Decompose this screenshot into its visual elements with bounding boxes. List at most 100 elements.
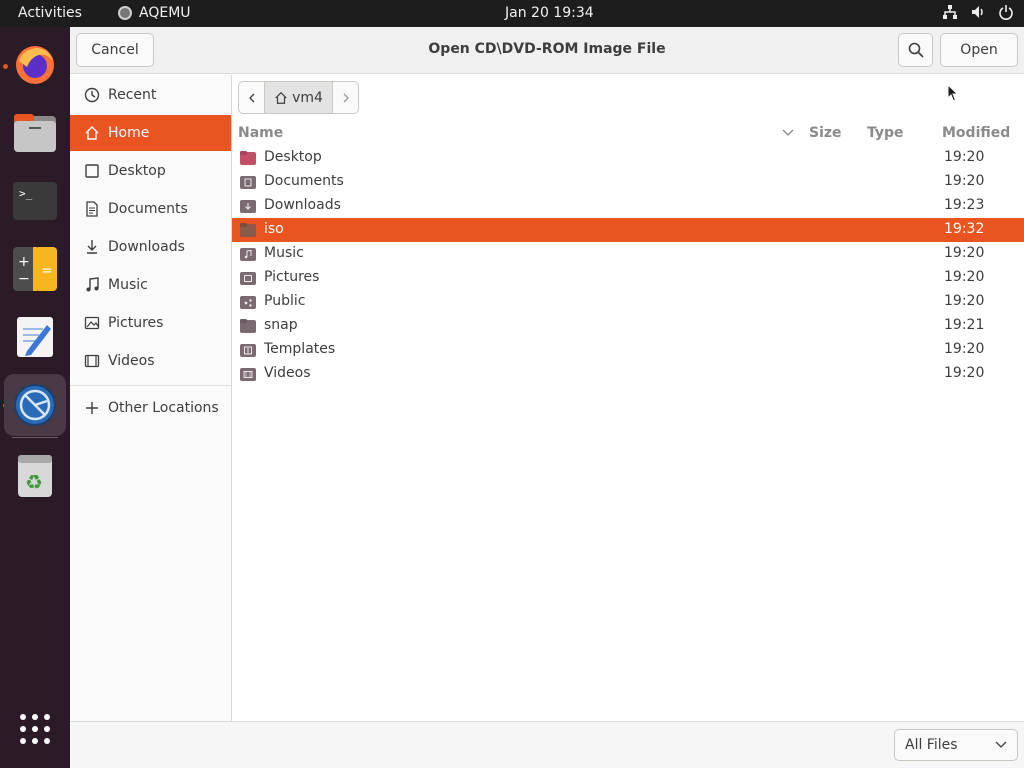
file-name: Public (264, 293, 306, 309)
sidebar-item-label: Pictures (108, 315, 164, 331)
column-name[interactable]: Name (238, 125, 283, 141)
folder-templates-icon (240, 344, 256, 357)
folder-public-icon (240, 296, 256, 309)
search-button[interactable] (898, 33, 933, 67)
file-row-public[interactable]: Public 19:20 (232, 290, 1024, 314)
music-icon (83, 276, 101, 294)
svg-text:=: = (41, 263, 53, 279)
app-grid-icon[interactable] (11, 705, 59, 753)
mouse-cursor-icon (947, 84, 959, 102)
svg-text:+: + (18, 254, 30, 270)
power-icon[interactable] (998, 4, 1014, 20)
text-editor-icon[interactable] (11, 313, 59, 361)
file-modified: 19:20 (944, 365, 985, 381)
sidebar-item-desktop[interactable]: Desktop (70, 153, 231, 189)
folder-music-icon (240, 248, 256, 261)
path-back-button[interactable] (238, 81, 265, 114)
open-button[interactable]: Open (940, 33, 1018, 67)
dialog-footer: All Files (70, 721, 1024, 768)
path-segment-label: vm4 (292, 89, 323, 106)
places-sidebar: Recent Home Desktop Documents Downloads … (70, 75, 232, 721)
file-name: Desktop (264, 149, 322, 165)
app-name: AQEMU (139, 5, 191, 21)
file-modified: 19:23 (944, 197, 985, 213)
dialog-header: Cancel Open CD\DVD-ROM Image File Open (70, 27, 1024, 74)
chevron-down-icon (995, 741, 1007, 748)
folder-icon (240, 319, 256, 333)
file-row-music[interactable]: Music 19:20 (232, 242, 1024, 266)
sidebar-item-recent[interactable]: Recent (70, 77, 231, 113)
aqemu-icon[interactable] (4, 374, 66, 436)
clock-icon (83, 86, 101, 104)
desktop-icon (83, 162, 101, 180)
home-icon (83, 124, 101, 142)
files-icon[interactable] (11, 109, 59, 157)
file-modified: 19:20 (944, 293, 985, 309)
file-row-downloads[interactable]: Downloads 19:23 (232, 194, 1024, 218)
running-indicator (3, 64, 8, 69)
dialog-title: Open CD\DVD-ROM Image File (428, 41, 666, 57)
svg-text:>_: >_ (19, 187, 33, 200)
aqemu-small-icon (118, 6, 132, 20)
file-row-documents[interactable]: Documents 19:20 (232, 170, 1024, 194)
system-tray[interactable] (942, 4, 1014, 20)
sidebar-item-label: Desktop (108, 163, 166, 179)
dock: >_ + − = ♻ (0, 27, 70, 768)
sidebar-item-music[interactable]: Music (70, 267, 231, 303)
network-icon[interactable] (942, 4, 958, 20)
file-modified: 19:20 (944, 269, 985, 285)
file-row-templates[interactable]: Templates 19:20 (232, 338, 1024, 362)
folder-icon (240, 223, 256, 237)
file-modified: 19:32 (944, 221, 985, 237)
volume-icon[interactable] (970, 4, 986, 20)
sidebar-item-label: Documents (108, 201, 188, 217)
file-name: snap (264, 317, 298, 333)
firefox-icon[interactable] (11, 41, 59, 89)
sidebar-item-videos[interactable]: Videos (70, 343, 231, 379)
file-modified: 19:20 (944, 341, 985, 357)
calculator-icon[interactable]: + − = (11, 245, 59, 293)
terminal-icon[interactable]: >_ (11, 177, 59, 225)
sidebar-item-label: Downloads (108, 239, 185, 255)
path-forward-button[interactable] (333, 81, 359, 114)
file-row-desktop[interactable]: Desktop 19:20 (232, 146, 1024, 170)
path-segment-home[interactable]: vm4 (265, 81, 333, 114)
file-row-snap[interactable]: snap 19:21 (232, 314, 1024, 338)
sidebar-item-label: Recent (108, 87, 157, 103)
file-modified: 19:20 (944, 245, 985, 261)
file-name: Templates (264, 341, 336, 357)
filter-label: All Files (905, 737, 958, 753)
svg-text:−: − (18, 271, 30, 287)
sidebar-item-label: Other Locations (108, 400, 219, 416)
clock[interactable]: Jan 20 19:34 (505, 5, 594, 21)
column-modified[interactable]: Modified (942, 125, 1010, 141)
activities-button[interactable]: Activities (18, 5, 82, 21)
sidebar-item-documents[interactable]: Documents (70, 191, 231, 227)
file-row-videos[interactable]: Videos 19:20 (232, 362, 1024, 386)
column-size[interactable]: Size (809, 125, 842, 141)
dock-separator (12, 437, 58, 438)
chevron-left-icon (248, 93, 254, 102)
trash-icon[interactable]: ♻ (11, 452, 59, 500)
app-menu[interactable]: AQEMU (118, 5, 191, 21)
video-icon (83, 352, 101, 370)
sidebar-item-other-locations[interactable]: Other Locations (70, 390, 231, 426)
file-modified: 19:20 (944, 149, 985, 165)
path-bar: vm4 (238, 81, 359, 114)
sidebar-item-downloads[interactable]: Downloads (70, 229, 231, 265)
sort-chevron-icon[interactable] (782, 126, 794, 142)
file-row-pictures[interactable]: Pictures 19:20 (232, 266, 1024, 290)
file-name: Music (264, 245, 304, 261)
document-icon (83, 200, 101, 218)
sidebar-item-label: Videos (108, 353, 155, 369)
file-type-filter[interactable]: All Files (894, 729, 1018, 761)
svg-text:♻: ♻ (25, 470, 43, 494)
file-modified: 19:21 (944, 317, 985, 333)
sidebar-item-pictures[interactable]: Pictures (70, 305, 231, 341)
column-type[interactable]: Type (867, 125, 904, 141)
search-icon (908, 42, 924, 58)
sidebar-item-label: Home (108, 125, 150, 141)
sidebar-item-home[interactable]: Home (70, 115, 231, 151)
file-row-iso[interactable]: iso 19:32 (232, 218, 1024, 242)
file-name: Documents (264, 173, 344, 189)
